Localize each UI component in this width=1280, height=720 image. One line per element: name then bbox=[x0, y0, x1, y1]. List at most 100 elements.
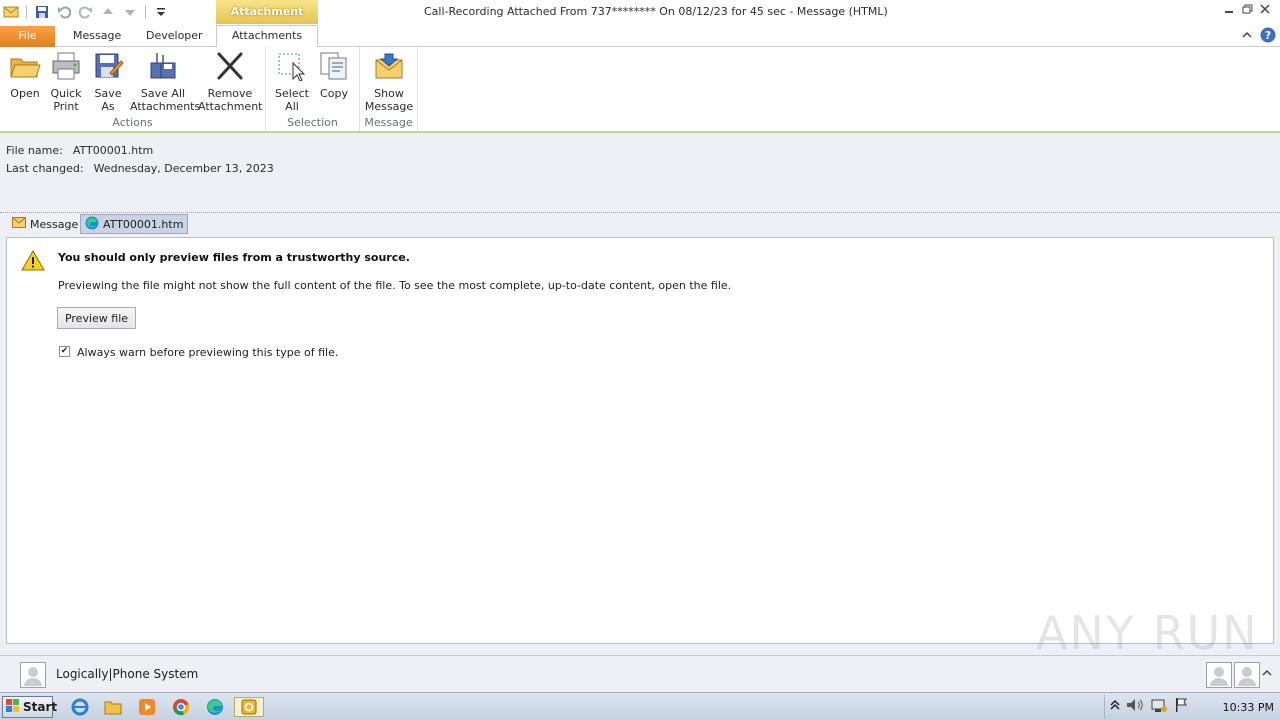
warning-message: Previewing the file might not show the f… bbox=[58, 279, 732, 292]
action-center-flag-icon[interactable] bbox=[1174, 697, 1188, 716]
tray-separator bbox=[1104, 695, 1105, 719]
show-hidden-icons-icon[interactable] bbox=[1110, 699, 1120, 714]
select-all-icon bbox=[275, 49, 309, 83]
save-all-label-line1: Save All bbox=[140, 87, 186, 100]
group-message-label: Message bbox=[364, 116, 413, 129]
taskbar: Start 10:33 PM bbox=[0, 692, 1280, 720]
save-as-label-line1: Save bbox=[94, 87, 122, 100]
title-bar: Attachment Tools Call-Recording Attached… bbox=[0, 0, 1280, 42]
warning-icon bbox=[21, 250, 45, 274]
outlook-taskbar-icon[interactable] bbox=[234, 697, 264, 717]
attachment-chip-label: ATT00001.htm bbox=[103, 217, 184, 231]
group-selection-label: Selection bbox=[287, 116, 338, 129]
checkmark-icon: ✔ bbox=[60, 346, 69, 356]
message-chip[interactable]: Message bbox=[8, 214, 82, 234]
attachment-strip: Message ATT00001.htm bbox=[0, 213, 1280, 235]
person-avatar-icon[interactable] bbox=[1206, 662, 1232, 688]
start-button[interactable]: Start bbox=[2, 696, 57, 718]
network-icon[interactable] bbox=[1150, 697, 1168, 716]
start-label: Start bbox=[23, 700, 58, 714]
open-button[interactable]: Open bbox=[6, 49, 44, 100]
save-as-icon bbox=[91, 49, 125, 83]
clock[interactable]: 10:33 PM bbox=[1223, 701, 1274, 714]
remove-label-line2: Attachment bbox=[198, 100, 263, 113]
tab-attachments[interactable]: Attachments bbox=[216, 25, 318, 48]
group-actions: Open Quick Print Save As Save All Attach… bbox=[0, 47, 266, 131]
edge-icon[interactable] bbox=[203, 697, 227, 717]
preview-pane: You should only preview files from a tru… bbox=[6, 237, 1274, 644]
file-name-label: File name: bbox=[6, 144, 63, 157]
edge-browser-icon bbox=[85, 216, 99, 233]
volume-icon[interactable] bbox=[1126, 698, 1144, 715]
sender-name[interactable]: Logically|Phone System bbox=[56, 667, 198, 681]
person-avatar-icon[interactable] bbox=[1234, 662, 1260, 688]
ribbon: Open Quick Print Save As Save All Attach… bbox=[0, 47, 1280, 133]
media-player-icon[interactable] bbox=[135, 697, 159, 717]
ribbon-tab-row: File Message Developer Attachments ? bbox=[0, 24, 1280, 48]
people-pane: Logically|Phone System bbox=[0, 655, 1280, 692]
tab-message[interactable]: Message bbox=[60, 26, 134, 47]
tab-file[interactable]: File bbox=[0, 26, 55, 47]
customize-toolbar-icon[interactable] bbox=[152, 3, 170, 21]
close-icon[interactable] bbox=[1258, 2, 1272, 16]
show-message-icon bbox=[372, 49, 406, 83]
collapse-ribbon-icon[interactable] bbox=[1242, 30, 1252, 43]
internet-explorer-icon[interactable] bbox=[68, 697, 92, 717]
copy-icon bbox=[317, 49, 351, 83]
remove-x-icon bbox=[213, 49, 247, 83]
open-folder-icon bbox=[8, 49, 42, 83]
attachment-info: File name: ATT00001.htm Last changed: Wedn… bbox=[0, 135, 1280, 211]
last-changed-value: Wednesday, December 13, 2023 bbox=[93, 162, 274, 175]
group-message: Show Message Message bbox=[360, 47, 418, 131]
minimize-icon[interactable] bbox=[1222, 2, 1236, 16]
printer-icon bbox=[49, 49, 83, 83]
window-controls bbox=[1222, 2, 1272, 16]
save-all-attachments-button[interactable]: Save All Attachments bbox=[130, 49, 201, 113]
svg-text:?: ? bbox=[1265, 29, 1271, 42]
system-tray bbox=[1110, 697, 1188, 716]
file-explorer-icon[interactable] bbox=[101, 697, 125, 717]
select-all-label-line1: Select bbox=[275, 87, 309, 100]
undo-icon[interactable] bbox=[55, 3, 73, 21]
open-label: Open bbox=[10, 87, 40, 100]
quick-print-label-line1: Quick bbox=[50, 87, 82, 100]
group-actions-label: Actions bbox=[112, 116, 153, 129]
envelope-icon bbox=[12, 217, 26, 231]
show-message-button[interactable]: Show Message bbox=[364, 49, 414, 113]
select-all-button[interactable]: Select All bbox=[272, 49, 312, 113]
redo-icon[interactable] bbox=[77, 3, 95, 21]
file-name-value: ATT00001.htm bbox=[72, 144, 154, 157]
file-name-row: File name: ATT00001.htm bbox=[6, 144, 153, 157]
attachment-chip[interactable]: ATT00001.htm bbox=[80, 214, 189, 234]
chrome-icon[interactable] bbox=[169, 697, 193, 717]
windows-logo-icon bbox=[6, 698, 20, 716]
expand-people-pane-icon[interactable] bbox=[1262, 668, 1272, 681]
watermark: ANY RUN bbox=[1036, 606, 1259, 660]
restore-icon[interactable] bbox=[1240, 2, 1254, 16]
help-icon[interactable]: ? bbox=[1260, 27, 1276, 46]
copy-button[interactable]: Copy bbox=[316, 49, 352, 100]
sender-avatar-icon[interactable] bbox=[20, 662, 46, 688]
save-all-label-line2: Attachments bbox=[130, 100, 201, 113]
warning-title: You should only preview files from a tru… bbox=[58, 251, 410, 264]
save-icon[interactable] bbox=[33, 3, 51, 21]
toolbar-separator bbox=[145, 5, 146, 19]
save-all-attachments-icon bbox=[146, 49, 180, 83]
copy-label: Copy bbox=[320, 87, 348, 100]
toolbar-separator bbox=[26, 5, 27, 19]
remove-label-line1: Remove bbox=[207, 87, 253, 100]
up-arrow-icon[interactable] bbox=[99, 3, 117, 21]
quick-print-button[interactable]: Quick Print bbox=[46, 49, 86, 113]
outlook-mail-icon[interactable] bbox=[2, 3, 20, 21]
preview-file-button[interactable]: Preview file bbox=[57, 307, 136, 329]
always-warn-label: Always warn before previewing this type … bbox=[77, 346, 339, 359]
tab-developer[interactable]: Developer bbox=[133, 26, 216, 47]
group-selection: Select All Copy Selection bbox=[266, 47, 360, 131]
save-as-label-line2: As bbox=[101, 100, 115, 113]
save-as-button[interactable]: Save As bbox=[88, 49, 128, 113]
last-changed-label: Last changed: bbox=[6, 162, 84, 175]
select-all-label-line2: All bbox=[285, 100, 299, 113]
remove-attachment-button[interactable]: Remove Attachment bbox=[198, 49, 263, 113]
always-warn-checkbox[interactable]: ✔ bbox=[59, 346, 70, 357]
down-arrow-icon[interactable] bbox=[121, 3, 139, 21]
